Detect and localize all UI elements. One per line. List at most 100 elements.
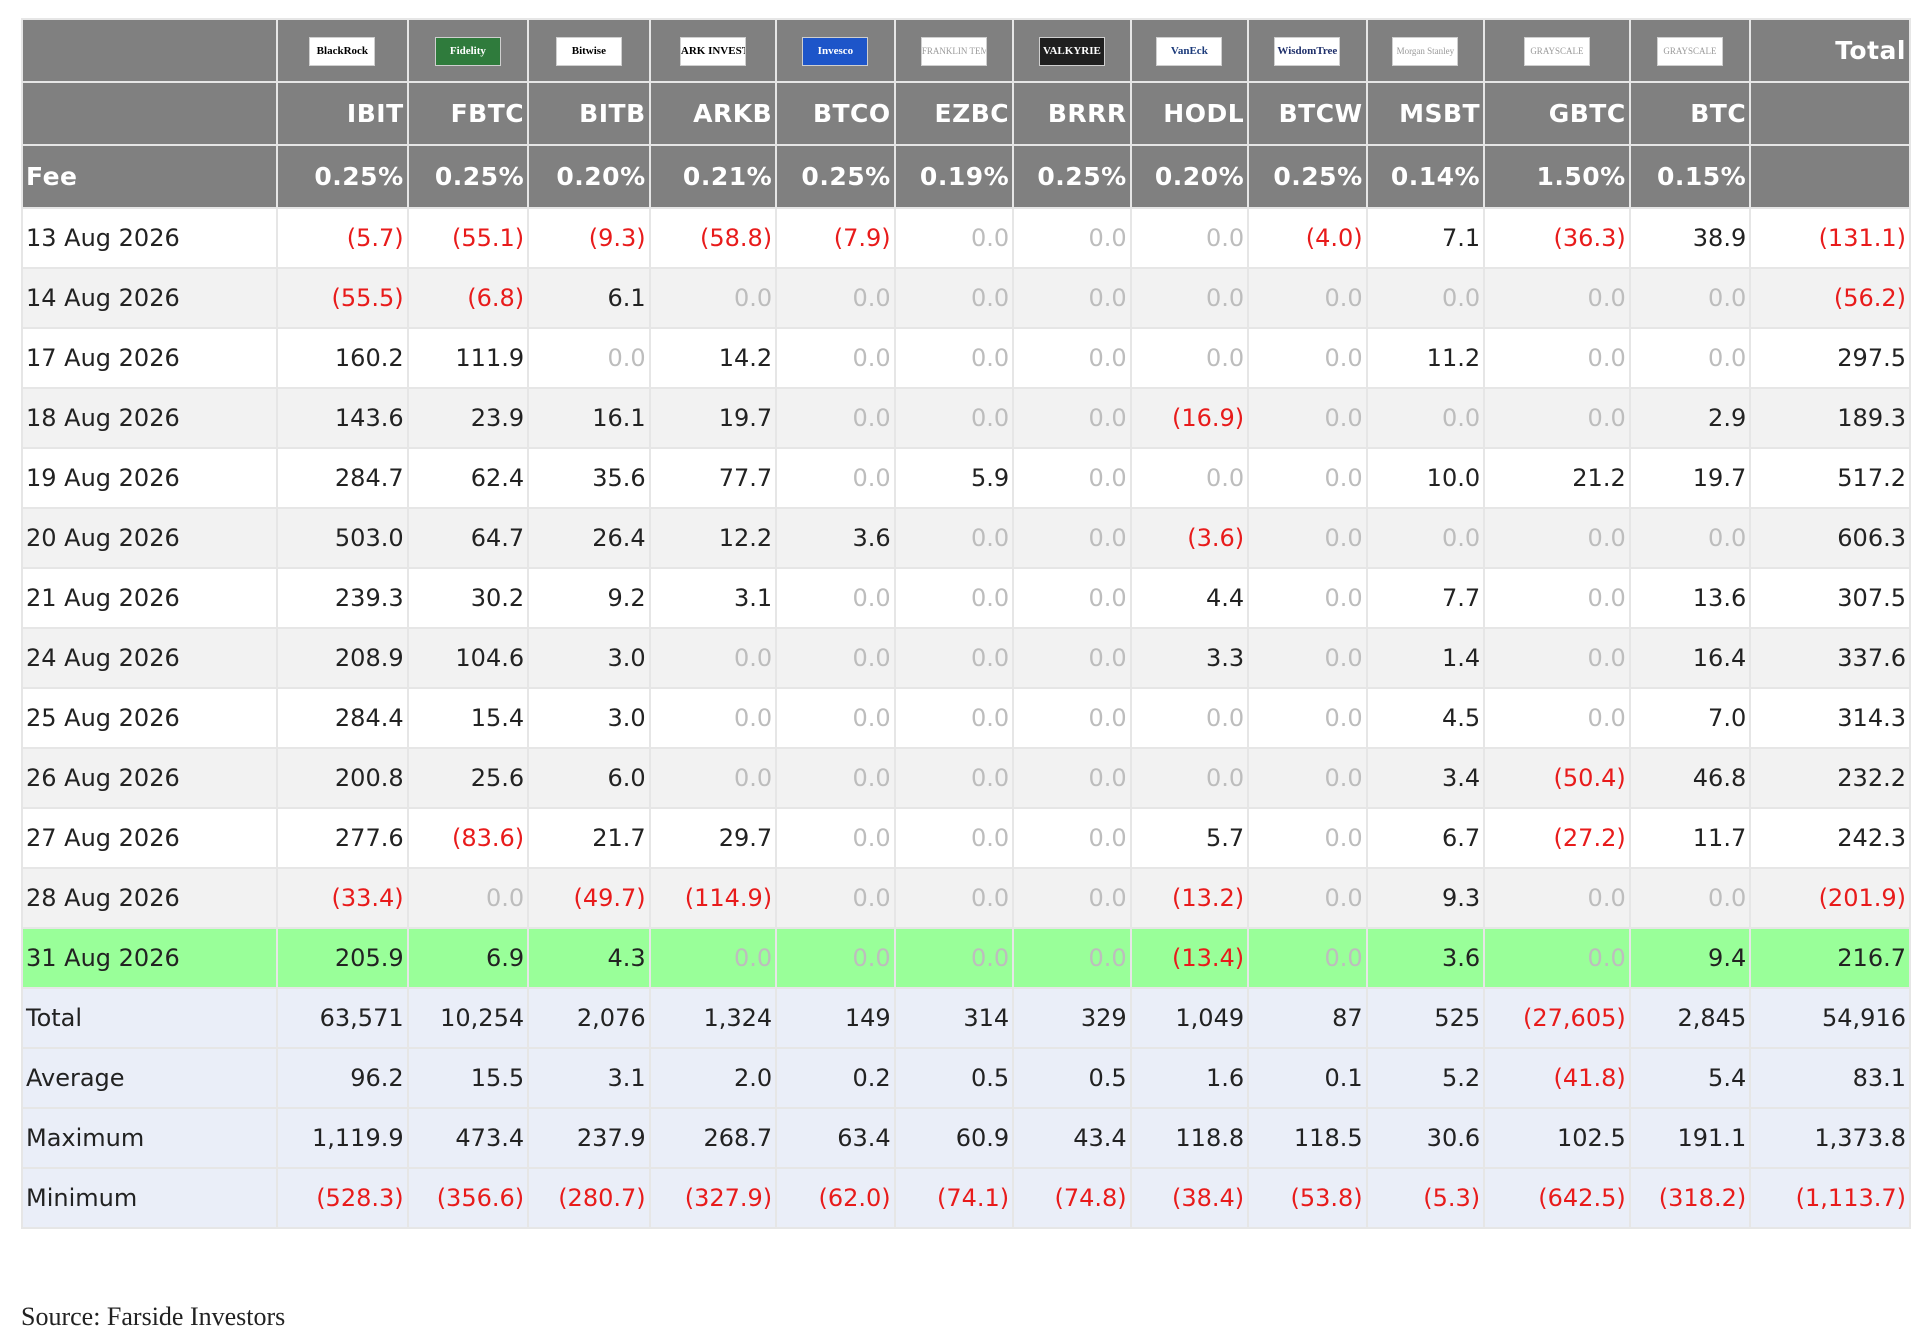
flow-cell: 0.0 [893, 267, 1015, 329]
flow-cell: 62.4 [406, 447, 530, 509]
flow-cell: 0.0 [893, 747, 1015, 809]
flow-value: 16.4 [1692, 644, 1747, 672]
flow-cell: 83.1 [1749, 1047, 1911, 1109]
flow-cell: 38.9 [1628, 207, 1752, 269]
flow-cell: 0.0 [1483, 387, 1631, 449]
flow-value: 11.7 [1692, 824, 1747, 852]
flow-value: 0.0 [970, 764, 1010, 792]
flow-cell: 2,845 [1628, 987, 1752, 1049]
flow-cell: 0.0 [1483, 687, 1631, 749]
flow-value: (74.1) [936, 1184, 1010, 1212]
flow-cell: (356.6) [406, 1167, 530, 1229]
flow-cell: 7.0 [1628, 687, 1752, 749]
etf-flows-table-container: BlackRock Fidelity Bitwise ARK INVEST Invesc… [20, 18, 1911, 1229]
flow-value: 7.7 [1441, 584, 1481, 612]
flow-cell: 0.0 [775, 267, 896, 329]
flow-cell: 3.4 [1365, 747, 1486, 809]
fee-cell: 0.20% [1129, 144, 1250, 209]
flow-value: 0.0 [733, 704, 773, 732]
date-cell: 31 Aug 2026 [20, 927, 279, 989]
flow-value: 0.0 [1324, 644, 1363, 672]
table-row: 13 Aug 2026 (5.7) (55.1) (9.3) (58.8) (7.9) 0.… [20, 207, 1911, 269]
flow-value: (280.7) [558, 1184, 646, 1212]
flow-cell: 208.9 [276, 627, 409, 689]
flow-value: 6.9 [485, 944, 525, 972]
flow-cell: 9.3 [1365, 867, 1486, 929]
flow-cell: (280.7) [527, 1167, 651, 1229]
flow-value: 0.0 [852, 944, 891, 972]
issuer-logo-cell: ARK INVEST [648, 18, 778, 83]
flow-value: (62.0) [818, 1184, 891, 1212]
flow-cell: (55.5) [276, 267, 409, 329]
flow-value: 0.0 [1088, 344, 1127, 372]
flow-cell: (13.4) [1129, 927, 1250, 989]
flow-cell: 239.3 [276, 567, 409, 629]
flow-value: 149 [844, 1004, 891, 1032]
flow-cell: (55.1) [406, 207, 530, 269]
flow-cell: 87 [1247, 987, 1368, 1049]
issuer-logo-cell: FRANKLIN TEMPLETON [893, 18, 1015, 83]
flow-value: 9.2 [607, 584, 646, 612]
flow-cell: 0.0 [1247, 867, 1368, 929]
flow-cell: 23.9 [406, 387, 530, 449]
corner-cell [20, 18, 279, 83]
flow-value: 0.0 [1708, 884, 1747, 912]
issuer-logo-cell: WisdomTree [1247, 18, 1368, 83]
table-row: 18 Aug 2026 143.6 23.9 16.1 19.7 0.0 0.0 0.0 (16… [20, 387, 1911, 449]
flow-value: 21.2 [1572, 464, 1626, 492]
flow-value: (6.8) [467, 284, 525, 312]
vaneck-logo: VanEck [1156, 36, 1223, 66]
flow-cell: 0.0 [648, 627, 778, 689]
summary-row: Total 63,571 10,254 2,076 1,324 149 314 329 1,04… [20, 987, 1911, 1049]
table-row: 24 Aug 2026 208.9 104.6 3.0 0.0 0.0 0.0 0.0 3.3 0… [20, 627, 1911, 689]
flow-value: 14.2 [718, 344, 773, 372]
flow-cell: 5.2 [1365, 1047, 1486, 1109]
flow-value: 96.2 [350, 1064, 404, 1092]
flow-cell: 15.4 [406, 687, 530, 749]
flow-value: 5.9 [970, 464, 1010, 492]
issuer-logo-cell: Morgan Stanley [1365, 18, 1486, 83]
flow-value: 111.9 [455, 344, 525, 372]
table-row: 19 Aug 2026 284.7 62.4 35.6 77.7 0.0 5.9 0.0 0.0… [20, 447, 1911, 509]
flow-cell: 19.7 [1628, 447, 1752, 509]
blackrock-logo: BlackRock [309, 36, 376, 66]
flow-value: 11.2 [1426, 344, 1481, 372]
flow-cell: (27,605) [1483, 987, 1631, 1049]
summary-row: Minimum (528.3) (356.6) (280.7) (327.9) (62.0… [20, 1167, 1911, 1229]
flow-value: 0.0 [1587, 404, 1626, 432]
flow-value: 23.9 [470, 404, 525, 432]
flow-value: 102.5 [1557, 1124, 1626, 1152]
flow-cell: 96.2 [276, 1047, 409, 1109]
flow-value: 0.0 [1324, 524, 1363, 552]
flow-cell: (5.7) [276, 207, 409, 269]
flow-value: 517.2 [1837, 464, 1906, 492]
flow-cell: (7.9) [775, 207, 896, 269]
flow-cell: 1,324 [648, 987, 778, 1049]
flow-cell: (318.2) [1628, 1167, 1752, 1229]
ticker-row: IBIT FBTC BITB ARKB BTCO EZBC BRRR HODL BTCW MSBT… [20, 81, 1911, 146]
fee-cell: 0.25% [1247, 144, 1368, 209]
flow-cell: 0.0 [775, 327, 896, 389]
flow-value: (74.8) [1054, 1184, 1127, 1212]
flow-cell: 9.4 [1628, 927, 1752, 989]
flow-value: 314 [963, 1004, 1010, 1032]
summary-row: Average 96.2 15.5 3.1 2.0 0.2 0.5 0.5 1.6 0.1 5.2 (… [20, 1047, 1911, 1109]
flow-value: 0.0 [1587, 584, 1626, 612]
flow-value: 0.0 [1205, 464, 1245, 492]
flow-cell: 4.5 [1365, 687, 1486, 749]
flow-cell: 5.7 [1129, 807, 1250, 869]
flow-value: 0.0 [852, 344, 891, 372]
flow-cell: (3.6) [1129, 507, 1250, 569]
flow-cell: 15.5 [406, 1047, 530, 1109]
flow-value: 0.0 [970, 524, 1010, 552]
flow-cell: 0.0 [1247, 447, 1368, 509]
flow-value: 1,373.8 [1814, 1124, 1906, 1152]
flow-cell: 0.0 [648, 927, 778, 989]
flow-value: 16.1 [592, 404, 646, 432]
flow-cell: 63.4 [775, 1107, 896, 1169]
issuer-logo-cell: VALKYRIE [1012, 18, 1132, 83]
flow-cell: 0.0 [893, 327, 1015, 389]
date-cell: 26 Aug 2026 [20, 747, 279, 809]
flow-cell: 3.6 [1365, 927, 1486, 989]
flow-cell: 26.4 [527, 507, 651, 569]
